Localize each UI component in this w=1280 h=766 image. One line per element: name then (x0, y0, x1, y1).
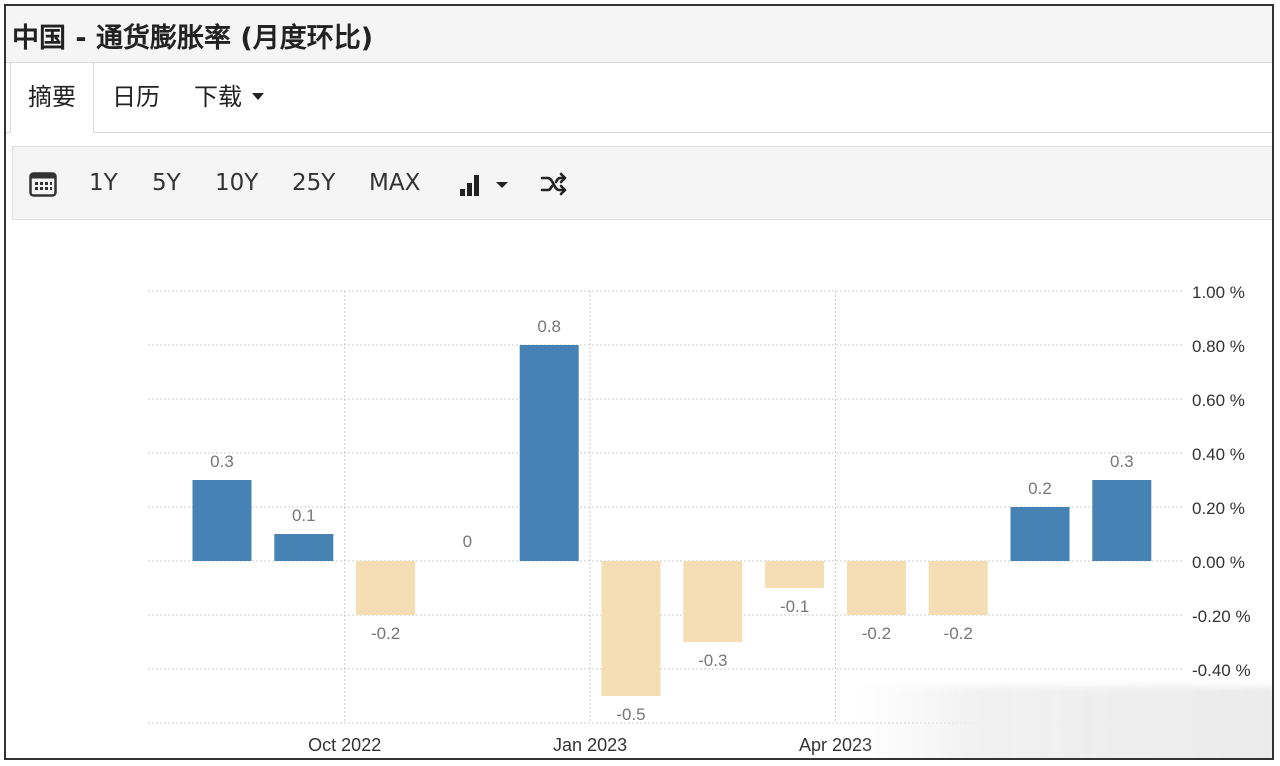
bar (601, 561, 661, 696)
data-label: 0.1 (292, 506, 316, 525)
y-tick-label: 1.00 % (1192, 283, 1245, 302)
bar (1010, 507, 1070, 561)
data-label: 0.8 (537, 317, 561, 336)
data-label: -0.2 (371, 624, 400, 643)
bar (519, 345, 579, 561)
data-label: -0.5 (616, 705, 645, 724)
chart-area: 1.00 % 0.80 % 0.60 % 0.40 % 0.20 % 0.00 % -0.2… (6, 6, 1272, 758)
data-label: -0.2 (862, 624, 891, 643)
bar-chart: 1.00 % 0.80 % 0.60 % 0.40 % 0.20 % 0.00 % -0.2… (148, 283, 1251, 755)
bar (192, 480, 252, 561)
data-label: -0.3 (698, 651, 727, 670)
data-label: -0.2 (944, 624, 973, 643)
data-label: 0 (463, 532, 472, 551)
bar (846, 561, 906, 615)
y-tick-label: -0.20 % (1192, 607, 1251, 626)
bar (683, 561, 743, 642)
y-tick-label: -0.40 % (1192, 661, 1251, 680)
data-label: 0.2 (1028, 479, 1052, 498)
bar (274, 534, 334, 561)
x-tick-label: Jan 2023 (553, 735, 627, 755)
data-label: 0.3 (210, 452, 234, 471)
y-tick-label: 0.00 % (1192, 553, 1245, 572)
bar (765, 561, 825, 588)
fade-overlay (856, 686, 1272, 758)
y-tick-label: 0.80 % (1192, 337, 1245, 356)
y-tick-label: 0.60 % (1192, 391, 1245, 410)
data-label: -0.1 (780, 597, 809, 616)
data-label: 0.3 (1110, 452, 1134, 471)
chart-window: 中国 - 通货膨胀率 (月度环比) 摘要 日历 下载 1Y 5Y 10Y 25Y (4, 4, 1274, 760)
bar (1092, 480, 1152, 561)
bar (356, 561, 416, 615)
x-tick-label: Oct 2022 (308, 735, 381, 755)
y-tick-label: 0.20 % (1192, 499, 1245, 518)
y-tick-label: 0.40 % (1192, 445, 1245, 464)
bar (928, 561, 988, 615)
